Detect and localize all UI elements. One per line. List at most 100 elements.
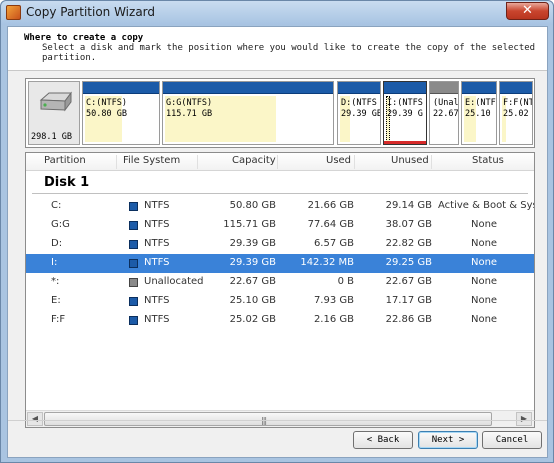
cell-partition: I:	[51, 257, 58, 268]
cell-unused: 29.14 GB	[385, 200, 432, 211]
cell-used: 0 B	[337, 276, 354, 287]
cell-used: 6.57 GB	[313, 238, 354, 249]
copy-partition-wizard-window: Copy Partition Wizard ✕ Where to create …	[0, 0, 554, 463]
column-file-system[interactable]: File System	[123, 155, 180, 166]
partition-block-g[interactable]: G:G(NTFS) 115.71 GB	[162, 81, 334, 145]
fs-color-swatch	[129, 278, 138, 287]
cell-partition: G:G	[51, 219, 70, 230]
partition-block-f[interactable]: F:F(NT 25.02	[499, 81, 533, 145]
close-button[interactable]: ✕	[506, 2, 549, 20]
cell-partition: D:	[51, 238, 63, 249]
partition-block-label: G:G(NTFS)	[166, 98, 213, 108]
cell-status: None	[471, 276, 498, 287]
cell-capacity: 25.02 GB	[229, 314, 276, 325]
table-row[interactable]: D: NTFS 29.39 GB 6.57 GB 22.82 GB None	[26, 235, 534, 254]
cell-unused: 38.07 GB	[385, 219, 432, 230]
cell-capacity: 115.71 GB	[223, 219, 276, 230]
scrollbar-thumb[interactable]: |||	[44, 412, 492, 426]
partition-block-d[interactable]: D:(NTFS 29.39 GB	[337, 81, 381, 145]
partition-block-unallocated[interactable]: (Unal 22.67	[429, 81, 459, 145]
partition-block-c[interactable]: C:(NTFS) 50.80 GB	[82, 81, 160, 145]
fs-color-swatch	[129, 240, 138, 249]
column-status[interactable]: Status	[472, 155, 504, 166]
disk-1-cell[interactable]: 298.1 GB	[28, 81, 80, 145]
partition-block-e[interactable]: E:(NTF 25.10	[461, 81, 497, 145]
fs-color-swatch	[129, 259, 138, 268]
column-partition[interactable]: Partition	[44, 155, 86, 166]
cell-used: 77.64 GB	[307, 219, 354, 230]
cell-file-system: NTFS	[144, 257, 170, 268]
partition-block-label: I:(NTFS	[387, 98, 423, 108]
cell-used: 7.93 GB	[313, 295, 354, 306]
horizontal-scrollbar[interactable]: ◀ ||| ▶	[26, 410, 534, 427]
cell-partition: *:	[51, 276, 60, 287]
partition-block-size: 25.02	[503, 109, 529, 119]
wizard-header: Where to create a copy Select a disk and…	[8, 27, 547, 71]
fs-color-swatch	[129, 297, 138, 306]
cell-unused: 22.67 GB	[385, 276, 432, 287]
cell-status: None	[471, 295, 498, 306]
selection-underline	[384, 141, 426, 144]
list-column-header: Partition File System Capacity Used Unus…	[26, 153, 534, 171]
partition-list: Partition File System Capacity Used Unus…	[25, 152, 535, 428]
cell-unused: 29.25 GB	[385, 257, 432, 268]
table-row[interactable]: *: Unallocated 22.67 GB 0 B 22.67 GB Non…	[26, 273, 534, 292]
title-bar[interactable]: Copy Partition Wizard ✕	[1, 1, 553, 25]
back-button[interactable]: < Back	[353, 431, 413, 449]
cell-file-system: NTFS	[144, 295, 170, 306]
table-row[interactable]: F:F NTFS 25.02 GB 2.16 GB 22.86 GB None	[26, 311, 534, 330]
partition-block-i-selected[interactable]: I:(NTFS 29.39 G	[383, 81, 427, 145]
cell-used: 142.32 MB	[300, 257, 354, 268]
cell-file-system: NTFS	[144, 219, 170, 230]
header-subtitle: Select a disk and mark the position wher…	[42, 43, 536, 63]
hard-disk-icon	[39, 91, 72, 112]
cell-capacity: 29.39 GB	[229, 238, 276, 249]
column-capacity[interactable]: Capacity	[232, 155, 276, 166]
disk-map: 298.1 GB C:(NTFS) 50.80 GB G:G(NTFS) 115.7…	[25, 78, 535, 148]
cell-status: None	[471, 314, 498, 325]
partition-block-size: 29.39 G	[387, 109, 423, 119]
disk-group-divider	[32, 193, 528, 194]
cell-status: None	[471, 257, 498, 268]
column-unused[interactable]: Unused	[391, 155, 429, 166]
cell-status: None	[471, 238, 498, 249]
cell-partition: F:F	[51, 314, 66, 325]
window-title: Copy Partition Wizard	[26, 5, 156, 19]
partition-block-size: 29.39 GB	[341, 109, 381, 119]
cell-file-system: NTFS	[144, 238, 170, 249]
table-row[interactable]: C: NTFS 50.80 GB 21.66 GB 29.14 GB Activ…	[26, 197, 534, 216]
disk-group-label: Disk 1	[44, 175, 90, 190]
cell-file-system: NTFS	[144, 314, 170, 325]
header-title: Where to create a copy	[24, 33, 144, 43]
app-icon	[6, 5, 21, 20]
table-row[interactable]: G:G NTFS 115.71 GB 77.64 GB 38.07 GB Non…	[26, 216, 534, 235]
cell-capacity: 50.80 GB	[229, 200, 276, 211]
partition-block-label: D:(NTFS	[341, 98, 377, 108]
cell-capacity: 25.10 GB	[229, 295, 276, 306]
partition-block-label: C:(NTFS)	[86, 98, 127, 108]
scroll-right-icon[interactable]: ▶	[516, 412, 532, 426]
scroll-left-icon[interactable]: ◀	[27, 412, 43, 426]
fs-color-swatch	[129, 202, 138, 211]
cancel-button[interactable]: Cancel	[482, 431, 542, 449]
fs-color-swatch	[129, 221, 138, 230]
cell-capacity: 29.39 GB	[229, 257, 276, 268]
cell-file-system: Unallocated	[144, 276, 204, 287]
cell-capacity: 22.67 GB	[229, 276, 276, 287]
table-row-selected[interactable]: I: NTFS 29.39 GB 142.32 MB 29.25 GB None	[26, 254, 534, 273]
partition-block-size: 22.67	[433, 109, 459, 119]
next-button[interactable]: Next >	[418, 431, 478, 449]
cell-unused: 22.82 GB	[385, 238, 432, 249]
wizard-client-area: Where to create a copy Select a disk and…	[7, 26, 548, 458]
partition-block-label: E:(NTF	[465, 98, 496, 108]
cell-unused: 22.86 GB	[385, 314, 432, 325]
disk-size-label: 298.1 GB	[31, 132, 72, 142]
cell-unused: 17.17 GB	[385, 295, 432, 306]
column-used[interactable]: Used	[326, 155, 351, 166]
partition-block-size: 50.80 GB	[86, 109, 127, 119]
partition-block-size: 115.71 GB	[166, 109, 213, 119]
cell-partition: E:	[51, 295, 61, 306]
cell-used: 21.66 GB	[307, 200, 354, 211]
table-row[interactable]: E: NTFS 25.10 GB 7.93 GB 17.17 GB None	[26, 292, 534, 311]
partition-block-size: 25.10	[465, 109, 491, 119]
